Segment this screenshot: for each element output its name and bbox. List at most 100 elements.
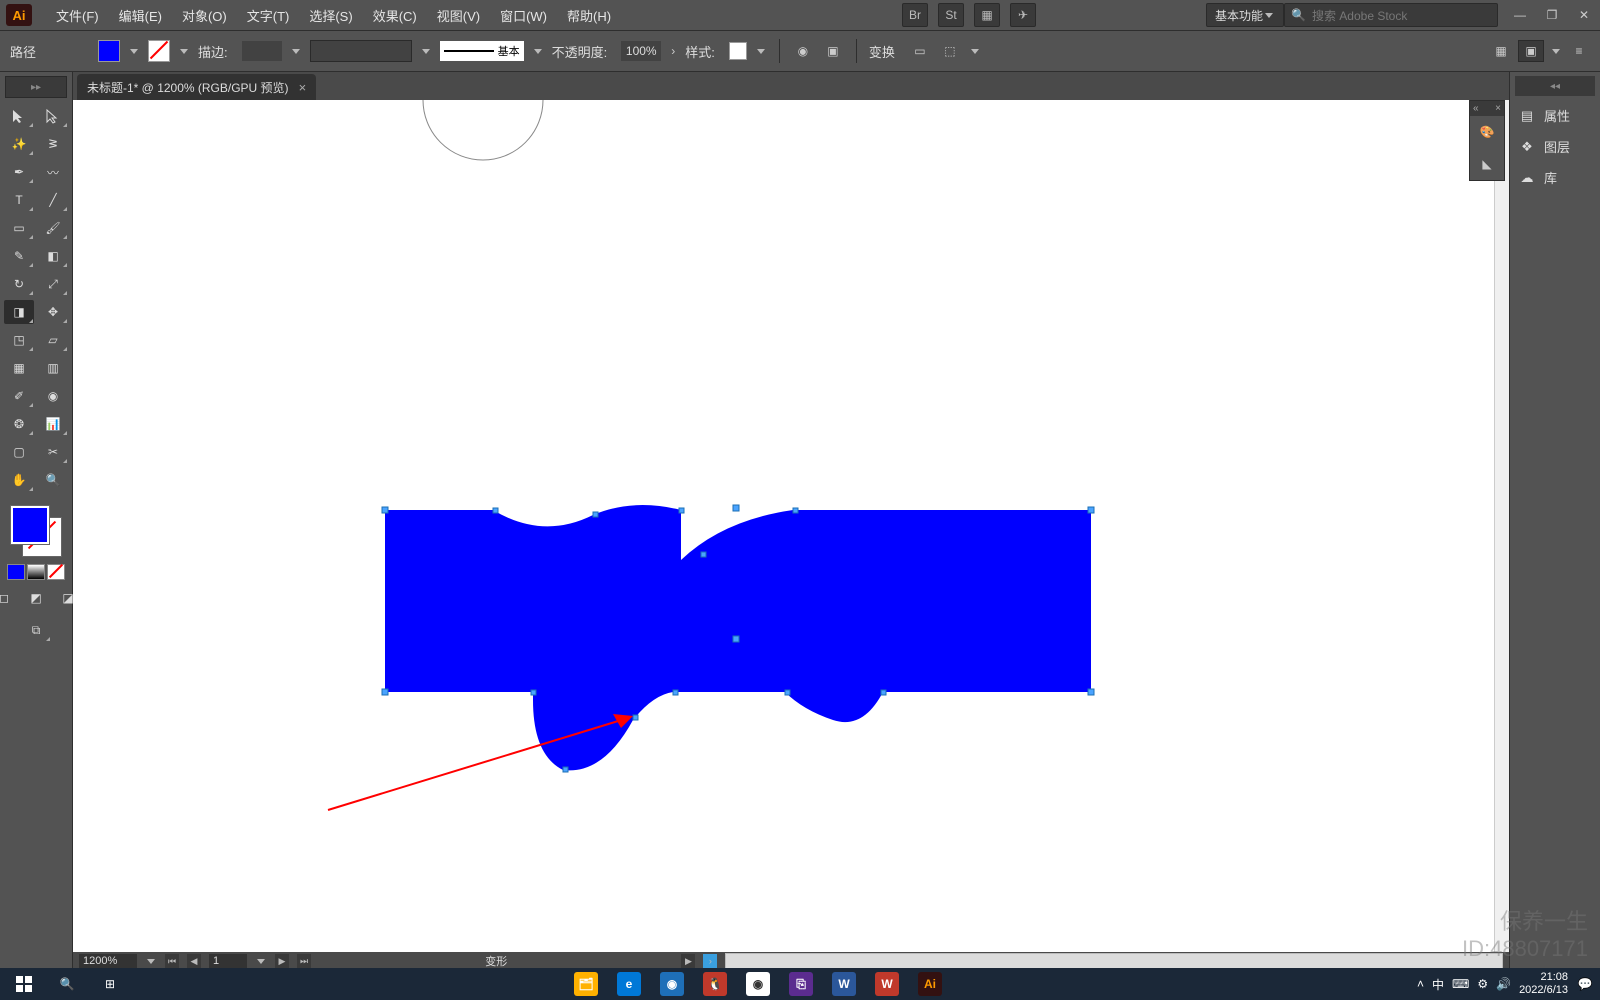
graphic-style-dropdown[interactable] <box>755 45 767 57</box>
rotate-tool[interactable]: ↻ <box>4 272 34 296</box>
browser-taskbar-icon[interactable]: ◉ <box>652 970 692 998</box>
word-taskbar-icon[interactable]: W <box>824 970 864 998</box>
bridge-button[interactable]: Br <box>902 3 928 27</box>
notifications-button[interactable]: 💬 <box>1574 970 1596 998</box>
collapse-icon[interactable]: « <box>1473 103 1479 114</box>
magic-wand-tool[interactable]: ✨ <box>4 132 34 156</box>
eraser-tool[interactable]: ◧ <box>38 244 68 268</box>
prev-artboard-btn[interactable]: ◀ <box>187 954 201 968</box>
gpu-button[interactable]: ✈ <box>1010 3 1036 27</box>
var-width-dropdown[interactable] <box>420 45 432 57</box>
brush-dropdown[interactable] <box>532 45 544 57</box>
transform-dropdown[interactable] <box>969 45 981 57</box>
arrange-docs-button[interactable]: ▦ <box>974 3 1000 27</box>
search-button[interactable]: 🔍 <box>47 970 87 998</box>
curvature-tool[interactable]: 〰 <box>38 160 68 184</box>
perspective-tool[interactable]: ▱ <box>38 328 68 352</box>
screen-mode-btn[interactable]: ⧉ <box>21 618 51 642</box>
toolbox-tab[interactable]: ▸▸ <box>5 76 67 98</box>
task-view-button[interactable]: ⊞ <box>90 970 130 998</box>
zoom-dropdown[interactable] <box>145 955 157 967</box>
draw-behind-btn[interactable]: ◩ <box>21 586 51 610</box>
artboard-dropdown[interactable] <box>255 955 267 967</box>
first-artboard-btn[interactable]: ⏮ <box>165 954 179 968</box>
var-width-profile[interactable] <box>310 40 412 62</box>
document-tab[interactable]: 未标题-1* @ 1200% (RGB/GPU 预览) × <box>77 74 316 100</box>
stock-search[interactable]: 🔍 搜索 Adobe Stock <box>1284 3 1498 27</box>
opacity-input[interactable]: 100% <box>621 41 661 61</box>
symbol-sprayer-tool[interactable]: ❂ <box>4 412 34 436</box>
zoom-tool[interactable]: 🔍 <box>38 468 68 492</box>
blend-tool[interactable]: ◉ <box>38 384 68 408</box>
free-transform-tool[interactable]: ✥ <box>38 300 68 324</box>
direct-selection-tool[interactable] <box>38 104 68 128</box>
shape-options-icon[interactable]: ▭ <box>909 40 931 62</box>
type-tool[interactable]: T <box>4 188 34 212</box>
scale-tool[interactable]: ⤢ <box>38 272 68 296</box>
transform-button[interactable]: 变换 <box>869 42 895 61</box>
fill-dropdown[interactable] <box>128 45 140 57</box>
last-artboard-btn[interactable]: ⏭ <box>297 954 311 968</box>
opacity-flyout[interactable]: › <box>669 44 677 58</box>
align-to-dropdown[interactable] <box>1550 45 1562 57</box>
tray-chevron-icon[interactable]: ˄ <box>1417 977 1424 991</box>
canvas[interactable]: « × 🎨 ◣ <box>73 100 1509 952</box>
wps-taskbar-icon[interactable]: W <box>867 970 907 998</box>
none-mode-btn[interactable] <box>47 564 65 580</box>
graph-tool[interactable]: 📊 <box>38 412 68 436</box>
menu-type[interactable]: 文字(T) <box>237 2 300 29</box>
app1-taskbar-icon[interactable]: 🐧 <box>695 970 735 998</box>
menu-object[interactable]: 对象(O) <box>172 2 237 29</box>
paintbrush-tool[interactable]: 🖌 <box>38 216 68 240</box>
hand-tool[interactable]: ✋ <box>4 468 34 492</box>
panel-menu-icon[interactable]: ≡ <box>1568 40 1590 62</box>
rectangle-tool[interactable]: ▭ <box>4 216 34 240</box>
stroke-weight-dropdown[interactable] <box>290 45 302 57</box>
system-tray[interactable]: ˄ 中 ⌨ ⚙ 🔊 <box>1417 976 1511 993</box>
layers-panel-button[interactable]: ❖ 图层 <box>1510 131 1600 162</box>
draw-normal-btn[interactable]: ◻ <box>0 586 19 610</box>
workspace-switcher[interactable]: 基本功能 <box>1206 3 1284 27</box>
status-scroll-right[interactable]: › <box>703 954 717 968</box>
edge-taskbar-icon[interactable]: e <box>609 970 649 998</box>
artboard-tool[interactable]: ▢ <box>4 440 34 464</box>
fill-swatch[interactable] <box>11 506 49 544</box>
shape-builder-tool[interactable]: ◳ <box>4 328 34 352</box>
menu-help[interactable]: 帮助(H) <box>557 2 621 29</box>
align-button[interactable]: ▣ <box>822 40 844 62</box>
gradient-tool[interactable]: ▥ <box>38 356 68 380</box>
properties-panel-button[interactable]: ▤ 属性 <box>1510 100 1600 131</box>
align-to-icon[interactable]: ▣ <box>1518 40 1544 62</box>
menu-edit[interactable]: 编辑(E) <box>109 2 172 29</box>
brush-definition[interactable]: 基本 <box>440 41 524 61</box>
lasso-tool[interactable]: ᕒ <box>38 132 68 156</box>
vertical-scrollbar[interactable] <box>1494 100 1509 952</box>
close-panel-icon[interactable]: × <box>1495 103 1501 114</box>
libraries-panel-button[interactable]: ☁ 库 <box>1510 162 1600 193</box>
horizontal-scrollbar[interactable] <box>725 953 1503 969</box>
mesh-tool[interactable]: ▦ <box>4 356 34 380</box>
width-tool[interactable]: ◨ <box>4 300 34 324</box>
app2-taskbar-icon[interactable]: ⎘ <box>781 970 821 998</box>
recolor-button[interactable]: ◉ <box>792 40 814 62</box>
isolate-button[interactable]: ⬚ <box>939 40 961 62</box>
line-tool[interactable]: ╱ <box>38 188 68 212</box>
selection-tool[interactable] <box>4 104 34 128</box>
eyedropper-tool[interactable]: ✐ <box>4 384 34 408</box>
tray-settings-icon[interactable]: ⚙ <box>1477 977 1488 991</box>
menu-effect[interactable]: 效果(C) <box>363 2 427 29</box>
color-panel-button[interactable]: 🎨 <box>1470 116 1504 148</box>
color-mode-btn[interactable] <box>7 564 25 580</box>
minimize-button[interactable]: — <box>1510 5 1530 25</box>
tray-ime-icon[interactable]: 中 <box>1432 976 1444 993</box>
menu-window[interactable]: 窗口(W) <box>490 2 557 29</box>
close-button[interactable]: ✕ <box>1574 5 1594 25</box>
gradient-mode-btn[interactable] <box>27 564 45 580</box>
explorer-taskbar-icon[interactable]: 🗂 <box>566 970 606 998</box>
stroke-dropdown[interactable] <box>178 45 190 57</box>
status-play-btn[interactable]: ▶ <box>681 954 695 968</box>
tray-volume-icon[interactable]: 🔊 <box>1496 977 1511 991</box>
close-tab-button[interactable]: × <box>299 80 307 95</box>
menu-file[interactable]: 文件(F) <box>46 2 109 29</box>
menu-view[interactable]: 视图(V) <box>427 2 490 29</box>
